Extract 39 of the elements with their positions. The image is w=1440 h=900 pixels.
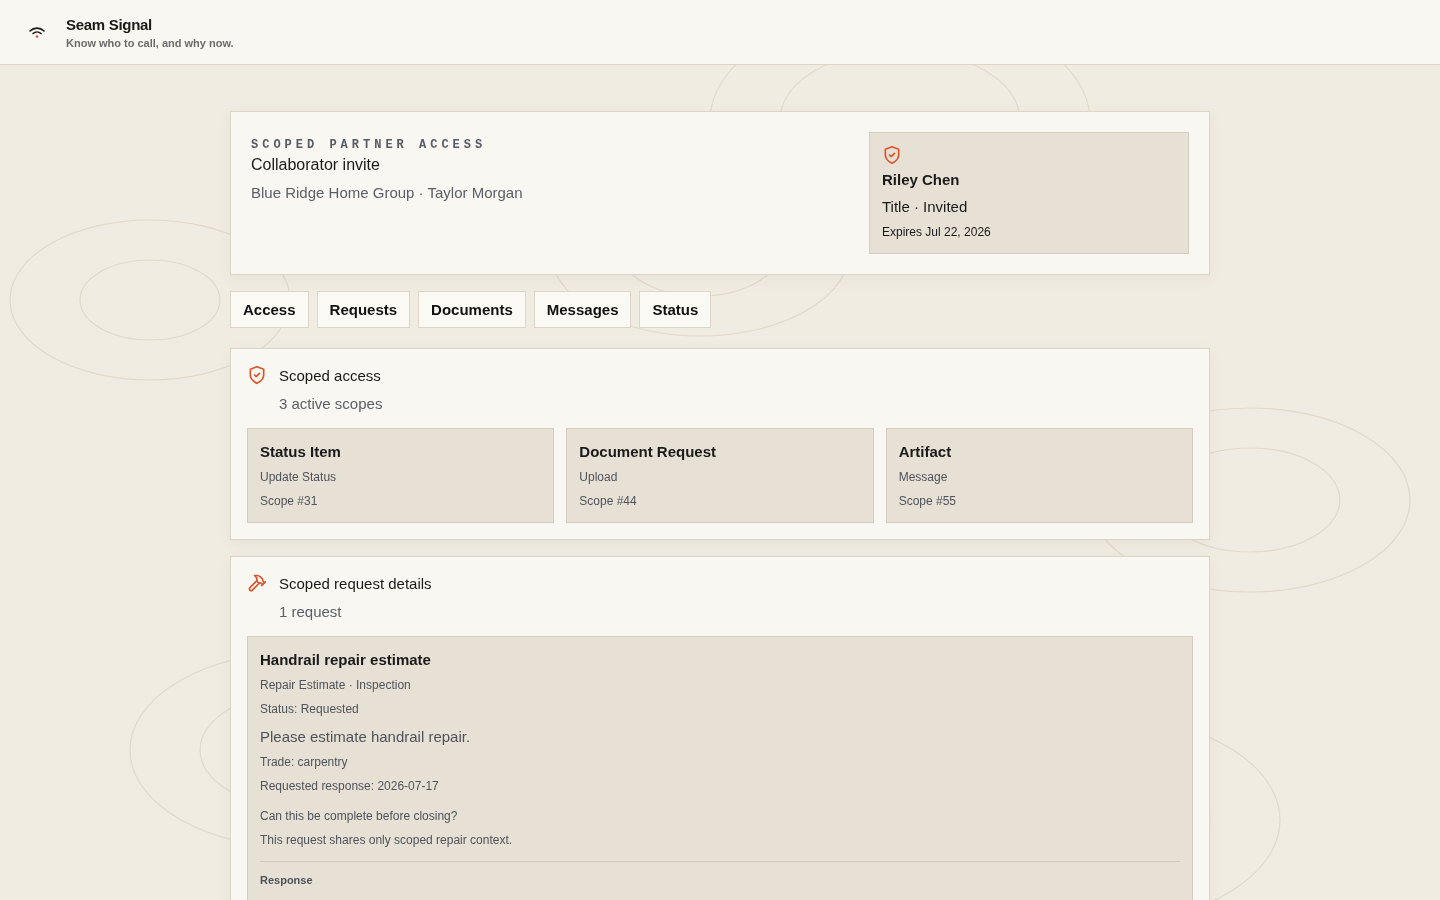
hammer-icon — [247, 573, 267, 593]
scope-title: Artifact — [898, 443, 953, 460]
scope-title: Status Item — [260, 443, 342, 460]
scope-action: Update Status — [260, 470, 338, 484]
scope-id: Scope #31 — [260, 494, 319, 508]
request-type: Repair Estimate · Inspection — [260, 678, 412, 692]
shield-check-icon — [882, 145, 902, 165]
scope-count: 3 active scopes — [279, 395, 384, 412]
eyebrow-label: SCOPED PARTNER ACCESS — [251, 138, 488, 152]
request-status: Status: Requested — [260, 702, 360, 716]
app-tagline: Know who to call, and why now. — [66, 36, 234, 49]
request-due-date: Requested response: 2026-07-17 — [260, 779, 440, 793]
tab[interactable]: Status — [639, 291, 712, 328]
scope-action: Upload — [579, 470, 619, 484]
tab[interactable]: Requests — [316, 291, 411, 328]
section-title: Scoped request details — [279, 574, 432, 592]
invite-subtitle: Blue Ridge Home Group · Taylor Morgan — [251, 184, 523, 201]
signal-icon — [28, 26, 46, 38]
response-label: Response — [260, 874, 314, 886]
tab[interactable]: Access — [230, 291, 309, 328]
section-title: Scoped access — [279, 366, 381, 384]
request-count: 1 request — [279, 603, 343, 620]
request-title: Handrail repair estimate — [260, 651, 432, 668]
tab[interactable]: Messages — [533, 291, 632, 328]
request-question: Can this be complete before closing? — [260, 809, 459, 823]
expiry-date: Expires Jul 22, 2026 — [882, 225, 992, 239]
app-name: Seam Signal — [66, 15, 153, 33]
invite-title: Collaborator invite — [251, 156, 381, 174]
partner-name: Riley Chen — [882, 171, 961, 188]
shield-check-icon — [247, 365, 267, 385]
request-trade: Trade: carpentry — [260, 755, 349, 769]
request-note: This request shares only scoped repair context. — [260, 833, 514, 847]
tab[interactable]: Documents — [418, 291, 526, 328]
scope-title: Document Request — [579, 443, 717, 460]
scope-action: Message — [898, 470, 949, 484]
request-message: Please estimate handrail repair. — [260, 728, 472, 745]
scope-id: Scope #55 — [898, 494, 958, 508]
scope-id: Scope #44 — [579, 494, 638, 508]
partner-role: Title · Invited — [882, 198, 969, 215]
